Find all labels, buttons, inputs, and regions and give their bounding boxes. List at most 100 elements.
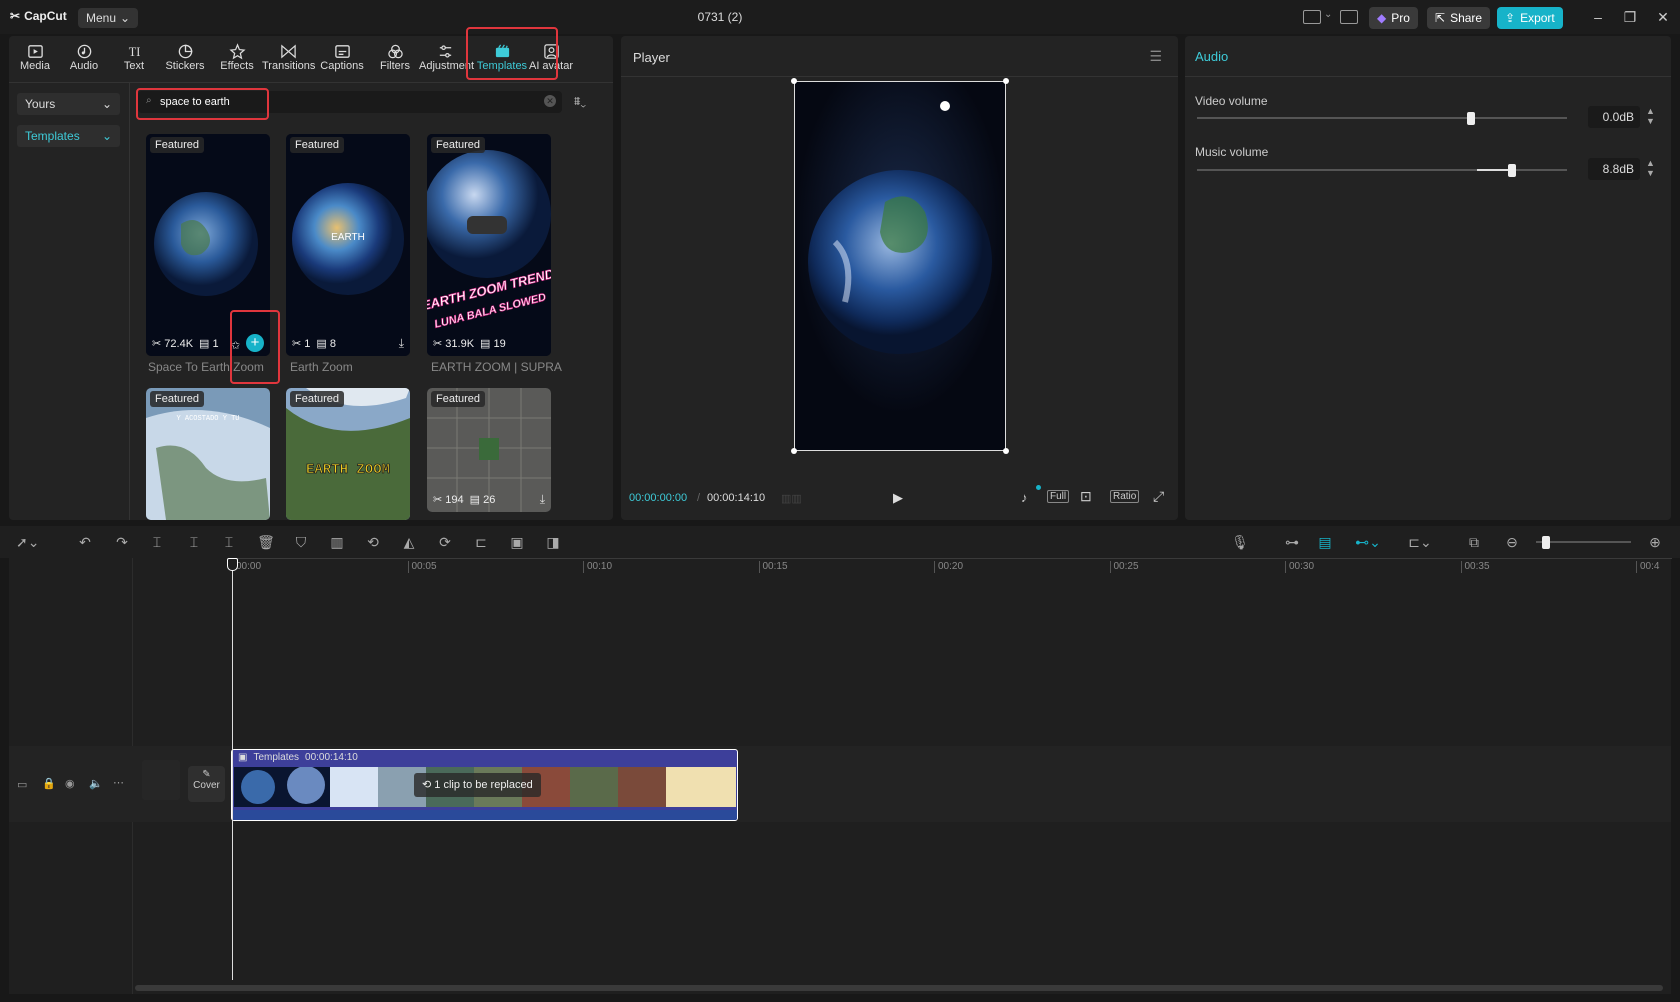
resize-handle[interactable] — [1003, 78, 1009, 84]
resize-handle[interactable] — [1003, 448, 1009, 454]
video-volume-knob[interactable] — [1466, 112, 1475, 125]
tab-stickers[interactable]: Stickers — [159, 42, 211, 78]
horizontal-scrollbar[interactable] — [135, 985, 1663, 991]
video-preview[interactable] — [794, 81, 1006, 451]
tab-transitions[interactable]: Transitions — [262, 42, 315, 78]
split-right-icon[interactable]: ⌶ — [220, 533, 238, 551]
playhead-handle[interactable] — [227, 558, 238, 571]
magnet-icon[interactable]: ▤ — [1316, 533, 1334, 551]
play-icon[interactable]: ▶ — [893, 490, 903, 506]
resize-handle[interactable] — [791, 78, 797, 84]
ruler-tick: 00:30 — [1285, 561, 1314, 573]
template-card[interactable]: EARTH ZOOM TREND LUNA BALA SLOWED Featur… — [427, 134, 551, 356]
redo-icon[interactable]: ↷ — [113, 533, 131, 551]
more-icon[interactable]: ⋯ — [113, 776, 124, 789]
time-separator: / — [697, 492, 701, 504]
lock-icon[interactable]: 🔒 — [42, 777, 56, 790]
export-button[interactable]: ⇪ Export — [1497, 7, 1563, 29]
timeline-toggle-icon[interactable]: ▥▥ — [781, 492, 802, 505]
tab-text[interactable]: TI Text — [108, 42, 160, 78]
template-stats: ✂ 31.9K ▤ 19 — [433, 338, 506, 350]
tab-adjustment[interactable]: Adjustment — [419, 42, 474, 78]
music-volume-knob[interactable] — [1507, 164, 1516, 177]
tab-captions[interactable]: Captions — [316, 42, 368, 78]
player-menu-icon[interactable]: ☰ — [1149, 48, 1162, 65]
template-card[interactable]: Y ACOSTADO Y TU Featured — [146, 388, 270, 520]
shortcuts-icon[interactable] — [1340, 10, 1358, 24]
crop-icon[interactable]: ⊏ — [472, 533, 490, 551]
marker-icon[interactable]: ⛉ — [292, 533, 310, 551]
preview-axis-icon[interactable]: ⊏⌄ — [1402, 533, 1438, 551]
auto-reframe-icon[interactable]: ◨ — [544, 533, 562, 551]
diamond-icon: ◆ — [1377, 11, 1387, 25]
music-volume-value[interactable]: 8.8dB — [1588, 158, 1640, 180]
layout-icon[interactable] — [1303, 10, 1321, 24]
template-card[interactable]: Featured ✂ 194 ▤ 26 ⤓ — [427, 388, 551, 512]
template-clip[interactable]: ▣ Templates 00:00:14:10 ⟲ 1 clip to be r… — [231, 749, 738, 821]
delete-icon[interactable]: 🗑 — [257, 533, 275, 551]
replace-clip-indicator: ⟲ 1 clip to be replaced — [414, 773, 541, 797]
divider — [129, 82, 130, 520]
ruler-line — [232, 558, 1672, 559]
close-icon[interactable]: ✕ — [1655, 9, 1671, 26]
template-card[interactable]: EARTH ZOOM Featured — [286, 388, 410, 520]
tiktok-icon[interactable]: ♪ — [1021, 490, 1028, 505]
link-icon[interactable]: ⊶ — [1281, 533, 1303, 551]
chevron-down-icon[interactable]: ⌄ — [1324, 9, 1332, 20]
ratio-button[interactable]: Ratio — [1110, 490, 1140, 503]
download-icon[interactable]: ⤓ — [540, 492, 545, 507]
microphone-icon[interactable]: 🎙 — [1231, 533, 1249, 551]
mirror-icon[interactable]: ◭ — [400, 533, 418, 551]
zoom-knob[interactable] — [1542, 536, 1550, 549]
fit-timeline-icon[interactable]: ⧉ — [1465, 533, 1483, 551]
zoom-fit-icon[interactable]: ⊡ — [1080, 488, 1092, 505]
ghost-thumbnail — [142, 760, 180, 800]
undo-icon[interactable]: ↶ — [76, 533, 94, 551]
reverse-icon[interactable]: ⟲ — [364, 533, 382, 551]
filter-icon[interactable]: ⩩⌄ — [574, 94, 586, 109]
zoom-slider[interactable] — [1536, 536, 1631, 549]
maximize-icon[interactable]: ❐ — [1622, 9, 1638, 26]
featured-badge: Featured — [150, 137, 205, 153]
split-icon[interactable]: ⌶ — [148, 533, 166, 551]
ruler-tick: 00:20 — [934, 561, 963, 573]
tab-audio[interactable]: Audio — [58, 42, 110, 78]
clear-search-icon[interactable]: ✕ — [544, 95, 556, 107]
tab-effects[interactable]: Effects — [211, 42, 263, 78]
stepper-icon[interactable]: ▲ ▼ — [1646, 158, 1655, 178]
select-tool-icon[interactable]: ➚⌄ — [16, 533, 39, 551]
rotate-icon[interactable]: ⟳ — [436, 533, 454, 551]
video-volume-value[interactable]: 0.0dB — [1588, 106, 1640, 128]
zoom-out-icon[interactable]: ⊖ — [1503, 533, 1521, 551]
stepper-icon[interactable]: ▲ ▼ — [1646, 106, 1655, 126]
full-button[interactable]: Full — [1047, 490, 1070, 503]
tab-label: Text — [123, 60, 145, 72]
image-icon[interactable]: ▣ — [508, 533, 526, 551]
transitions-icon — [262, 42, 314, 60]
template-card[interactable]: EARTH Featured ✂ 1 ▤ 8 ⤓ — [286, 134, 410, 356]
playhead[interactable] — [232, 560, 233, 980]
download-icon[interactable]: ⤓ — [399, 336, 404, 351]
video-volume-slider[interactable] — [1197, 112, 1567, 125]
zoom-in-icon[interactable]: ⊕ — [1646, 533, 1664, 551]
chevron-down-icon: ⌄ — [101, 97, 112, 111]
pro-button[interactable]: ◆ Pro — [1369, 7, 1418, 29]
audio-title: Audio — [1195, 49, 1229, 64]
yours-dropdown[interactable]: Yours ⌄ — [17, 93, 120, 115]
freeze-icon[interactable]: ▥ — [328, 533, 346, 551]
resize-handle[interactable] — [791, 448, 797, 454]
minimize-icon[interactable]: – — [1590, 9, 1606, 25]
share-button[interactable]: ⇱ Share — [1427, 7, 1491, 29]
snap-icon[interactable]: ⊷⌄ — [1350, 533, 1386, 551]
template-thumbnail: EARTH ZOOM TREND LUNA BALA SLOWED — [427, 134, 551, 356]
volume-icon[interactable]: 🔈 — [89, 777, 103, 790]
tab-filters[interactable]: Filters — [369, 42, 421, 78]
music-volume-slider[interactable] — [1197, 164, 1567, 177]
fullscreen-icon[interactable]: ⤢ — [1153, 488, 1164, 505]
eye-icon[interactable]: ◉ — [65, 777, 75, 790]
tab-media[interactable]: Media — [9, 42, 61, 78]
cover-button[interactable]: ✎ Cover — [188, 766, 225, 802]
templates-dropdown[interactable]: Templates ⌄ — [17, 125, 120, 147]
split-left-icon[interactable]: ⌶ — [185, 533, 203, 551]
menu-button[interactable]: Menu ⌄ — [78, 8, 139, 28]
